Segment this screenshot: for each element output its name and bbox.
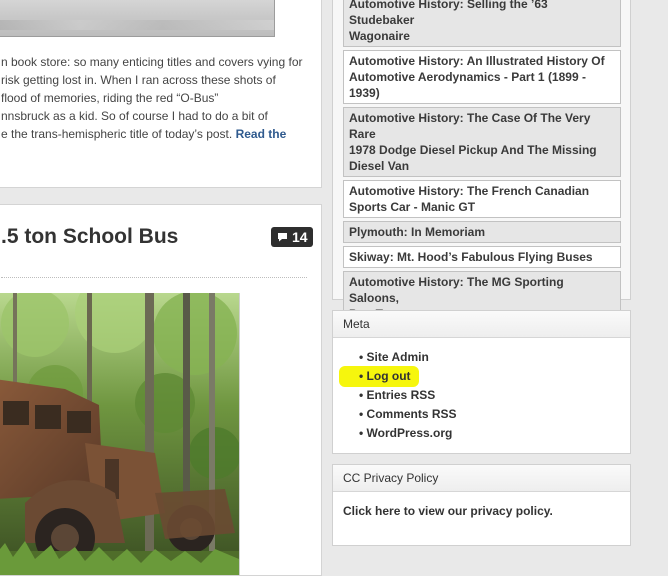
excerpt-line: flood of memories, riding the red “O-Bus… <box>1 91 219 105</box>
related-post-line: Automotive History: The Case Of The Very… <box>349 111 591 141</box>
bullet-icon: • <box>359 369 364 383</box>
related-post-link[interactable]: Skiway: Mt. Hood’s Fabulous Flying Buses <box>343 246 621 268</box>
speech-bubble-icon <box>278 233 287 242</box>
title-divider <box>1 277 307 278</box>
related-posts-list: Automotive History: Selling the ’63 Stud… <box>343 0 621 328</box>
post-card-previous: n book store: so many enticing titles an… <box>0 0 322 188</box>
meta-link-label: Log out <box>366 369 411 383</box>
bullet-icon: • <box>359 350 364 364</box>
meta-widget: Meta • Site Admin • Log out • Entries RS… <box>332 310 631 454</box>
meta-item-wordpress-org[interactable]: • WordPress.org <box>345 424 457 443</box>
related-post-line: Automotive History: The MG Sporting Salo… <box>349 275 564 305</box>
meta-item-entries-rss[interactable]: • Entries RSS <box>345 386 457 405</box>
related-post-link[interactable]: Plymouth: In Memoriam <box>343 221 621 243</box>
related-post-line: Automotive Aerodynamics - Part 1 (1899 - <box>349 70 586 84</box>
related-post-line: 1939) <box>349 86 380 100</box>
excerpt-line: n book store: so many enticing titles an… <box>1 55 303 69</box>
related-post-line: 1978 Dodge Diesel Pickup And The Missing <box>349 143 597 157</box>
post-title[interactable]: .5 ton School Bus <box>1 225 178 249</box>
excerpt-line: e the trans-hemispheric title of today’s… <box>1 125 313 143</box>
excerpt-line: nnsbruck as a kid. So of course I had to… <box>1 109 268 123</box>
related-post-line: Skiway: Mt. Hood’s Fabulous Flying Buses <box>349 250 593 264</box>
post-card-bus: .5 ton School Bus 14 <box>0 204 322 576</box>
related-post-line: Plymouth: In Memoriam <box>349 225 486 239</box>
meta-link-label: Site Admin <box>366 350 429 364</box>
related-post-line: Automotive History: Selling the ’63 Stud… <box>349 0 548 27</box>
comment-count: 14 <box>292 229 308 245</box>
related-post-line: Wagonaire <box>349 29 410 43</box>
excerpt-line: risk getting lost in. When I ran across … <box>1 73 276 87</box>
post-excerpt: n book store: so many enticing titles an… <box>1 53 313 143</box>
bullet-icon: • <box>359 426 364 440</box>
privacy-widget-body: Click here to view our privacy policy. <box>333 492 630 545</box>
meta-widget-body: • Site Admin • Log out • Entries RSS • C… <box>333 338 630 453</box>
meta-widget-heading: Meta <box>333 311 630 338</box>
bullet-icon: • <box>359 388 364 402</box>
school-bus-photo[interactable] <box>0 293 240 575</box>
related-post-link[interactable]: Automotive History: The French Canadian … <box>343 180 621 218</box>
meta-link-label: Entries RSS <box>366 388 436 402</box>
meta-item-comments-rss[interactable]: • Comments RSS <box>345 405 457 424</box>
related-post-line: Diesel Van <box>349 159 410 173</box>
related-post-link[interactable]: Automotive History: An Illustrated Histo… <box>343 50 621 104</box>
excerpt-line-text: e the trans-hemispheric title of today’s… <box>1 127 236 141</box>
meta-link-label: Comments RSS <box>366 407 457 421</box>
related-post-link[interactable]: Automotive History: Selling the ’63 Stud… <box>343 0 621 47</box>
page-margin <box>641 0 668 560</box>
comment-count-badge[interactable]: 14 <box>271 227 313 247</box>
meta-list: • Site Admin • Log out • Entries RSS • C… <box>339 348 457 443</box>
bullet-icon: • <box>359 407 364 421</box>
post-photo-previous[interactable] <box>0 0 275 37</box>
related-posts-widget: Automotive History: Selling the ’63 Stud… <box>332 0 631 325</box>
related-post-line: Automotive History: An Illustrated Histo… <box>349 54 605 68</box>
meta-item-log-out[interactable]: • Log out <box>339 366 457 387</box>
meta-item-site-admin[interactable]: • Site Admin <box>345 348 457 367</box>
privacy-widget-heading: CC Privacy Policy <box>333 465 630 492</box>
related-post-line: Automotive History: The French Canadian <box>349 184 590 198</box>
privacy-policy-link[interactable]: Click here to view our privacy policy. <box>343 504 553 518</box>
read-more-link[interactable]: Read the <box>236 127 287 141</box>
related-post-link[interactable]: Automotive History: The Case Of The Very… <box>343 107 621 177</box>
related-post-line: Sports Car - Manic GT <box>349 200 476 214</box>
privacy-widget: CC Privacy Policy Click here to view our… <box>332 464 631 546</box>
meta-link-label: WordPress.org <box>366 426 453 440</box>
